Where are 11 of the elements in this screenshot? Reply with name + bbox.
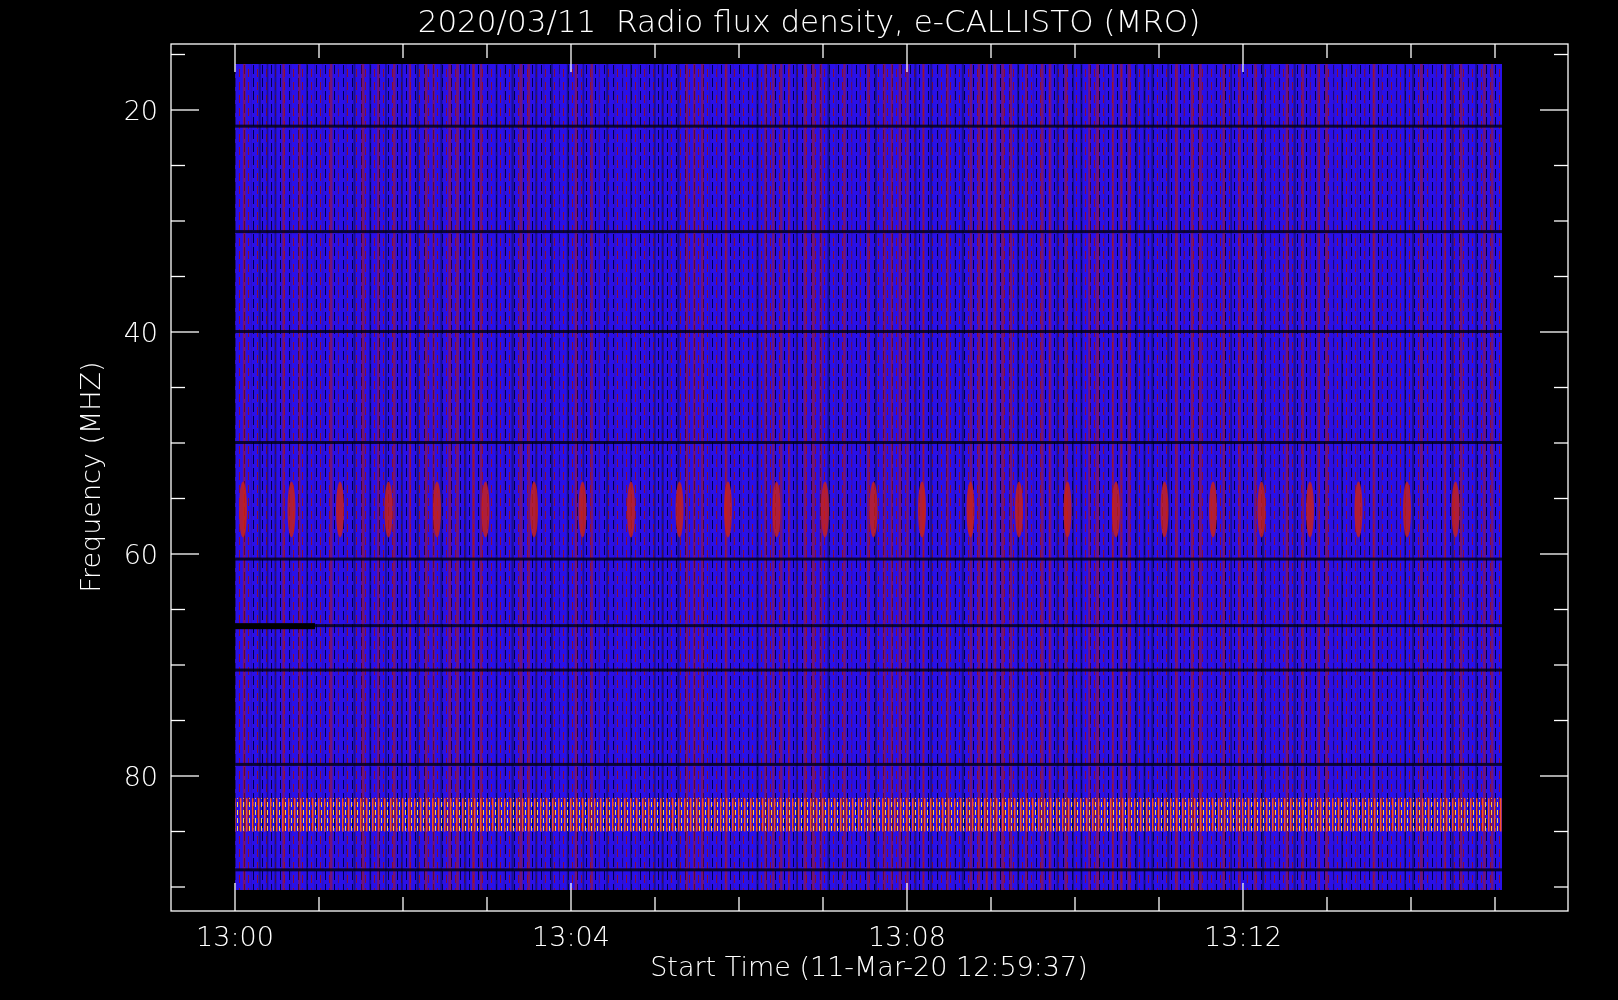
x-axis-label: Start Time (11-Mar-20 12:59:37) [650,951,1088,982]
y-tick-label: 80 [123,761,158,792]
y-tick-label: 20 [123,95,158,126]
x-tick-label: 13:04 [532,921,610,952]
x-tick-label: 13:08 [868,921,946,952]
y-axis-label: Frequency (MHZ) [75,361,106,593]
y-tick-label: 40 [123,317,158,348]
x-tick-label: 13:12 [1204,921,1282,952]
chart-title: 2020/03/11 Radio flux density, e-CALLISTO (MRO) [417,3,1201,39]
y-tick-label: 60 [123,539,158,570]
x-tick-label: 13:00 [196,921,274,952]
